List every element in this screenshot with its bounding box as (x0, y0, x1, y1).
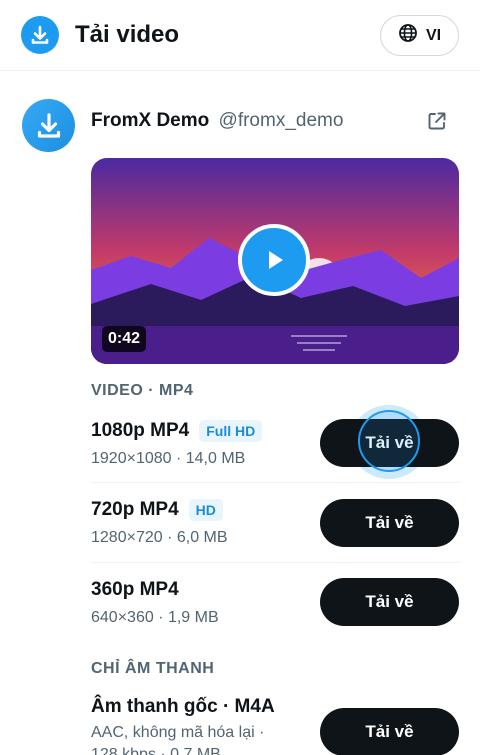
play-icon (269, 251, 283, 269)
author-name: FromX Demo (91, 110, 210, 131)
download-button-360p[interactable]: Tải về (320, 578, 459, 626)
app-header: Tải video VI (0, 0, 480, 70)
header-divider (0, 70, 480, 71)
format-name: 1080p MP4 (91, 420, 190, 441)
tweet-card: FromX Demo @fromx_demo 0:42 VIDEO · MP4 … (0, 83, 480, 755)
audio-section-title: CHỈ ÂM THANH (91, 660, 215, 677)
row-divider (91, 482, 459, 483)
author: FromX Demo @fromx_demo (91, 109, 343, 133)
quality-badge: Full HD (199, 420, 263, 442)
page-title: Tải video (75, 21, 180, 48)
language-button[interactable]: VI (380, 15, 459, 56)
external-link-icon[interactable] (426, 110, 448, 132)
avatar (22, 99, 75, 152)
video-player[interactable]: 0:42 (91, 158, 459, 364)
format-name: 360p MP4 (91, 579, 179, 600)
download-button-audio[interactable]: Tải về (320, 708, 459, 755)
format-name: Âm thanh gốc · M4A (91, 696, 275, 717)
author-handle: @fromx_demo (218, 110, 344, 131)
video-duration: 0:42 (102, 326, 147, 352)
globe-icon (398, 23, 418, 48)
download-button-720p[interactable]: Tải về (320, 499, 459, 547)
focus-ring-inner (358, 410, 420, 472)
language-label: VI (425, 26, 442, 44)
quality-badge: HD (188, 499, 223, 521)
format-name: 720p MP4 (91, 499, 179, 520)
download-icon (21, 16, 59, 54)
video-section-title: VIDEO · MP4 (91, 382, 194, 399)
play-button[interactable] (238, 224, 310, 296)
row-divider (91, 562, 459, 563)
